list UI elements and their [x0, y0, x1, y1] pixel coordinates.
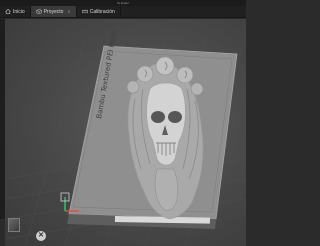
window-title: fix Ender [117, 1, 129, 5]
home-icon [5, 9, 11, 14]
tab-calibracion[interactable]: Calibración [77, 6, 121, 17]
tab-calibracion-label: Calibración [89, 8, 115, 15]
3d-viewport[interactable]: Bambu Textured PEI Plate [5, 19, 246, 246]
close-icon[interactable]: ✕ [67, 9, 70, 14]
ruler-icon [81, 9, 88, 14]
tab-proyecto[interactable]: Proyecto ✕ [30, 6, 77, 17]
cube-icon [35, 9, 42, 15]
main-tab-bar: Inicio Proyecto ✕ Calibración [0, 6, 246, 18]
close-icon: ✕ [38, 232, 44, 239]
close-button[interactable]: ✕ [36, 231, 46, 241]
tab-inicio[interactable]: Inicio [0, 6, 31, 17]
view-cube[interactable] [8, 218, 20, 232]
tab-inicio-label: Inicio [13, 8, 25, 15]
scene-canvas: Bambu Textured PEI Plate [5, 30, 246, 246]
tab-proyecto-label: Proyecto [43, 8, 64, 15]
